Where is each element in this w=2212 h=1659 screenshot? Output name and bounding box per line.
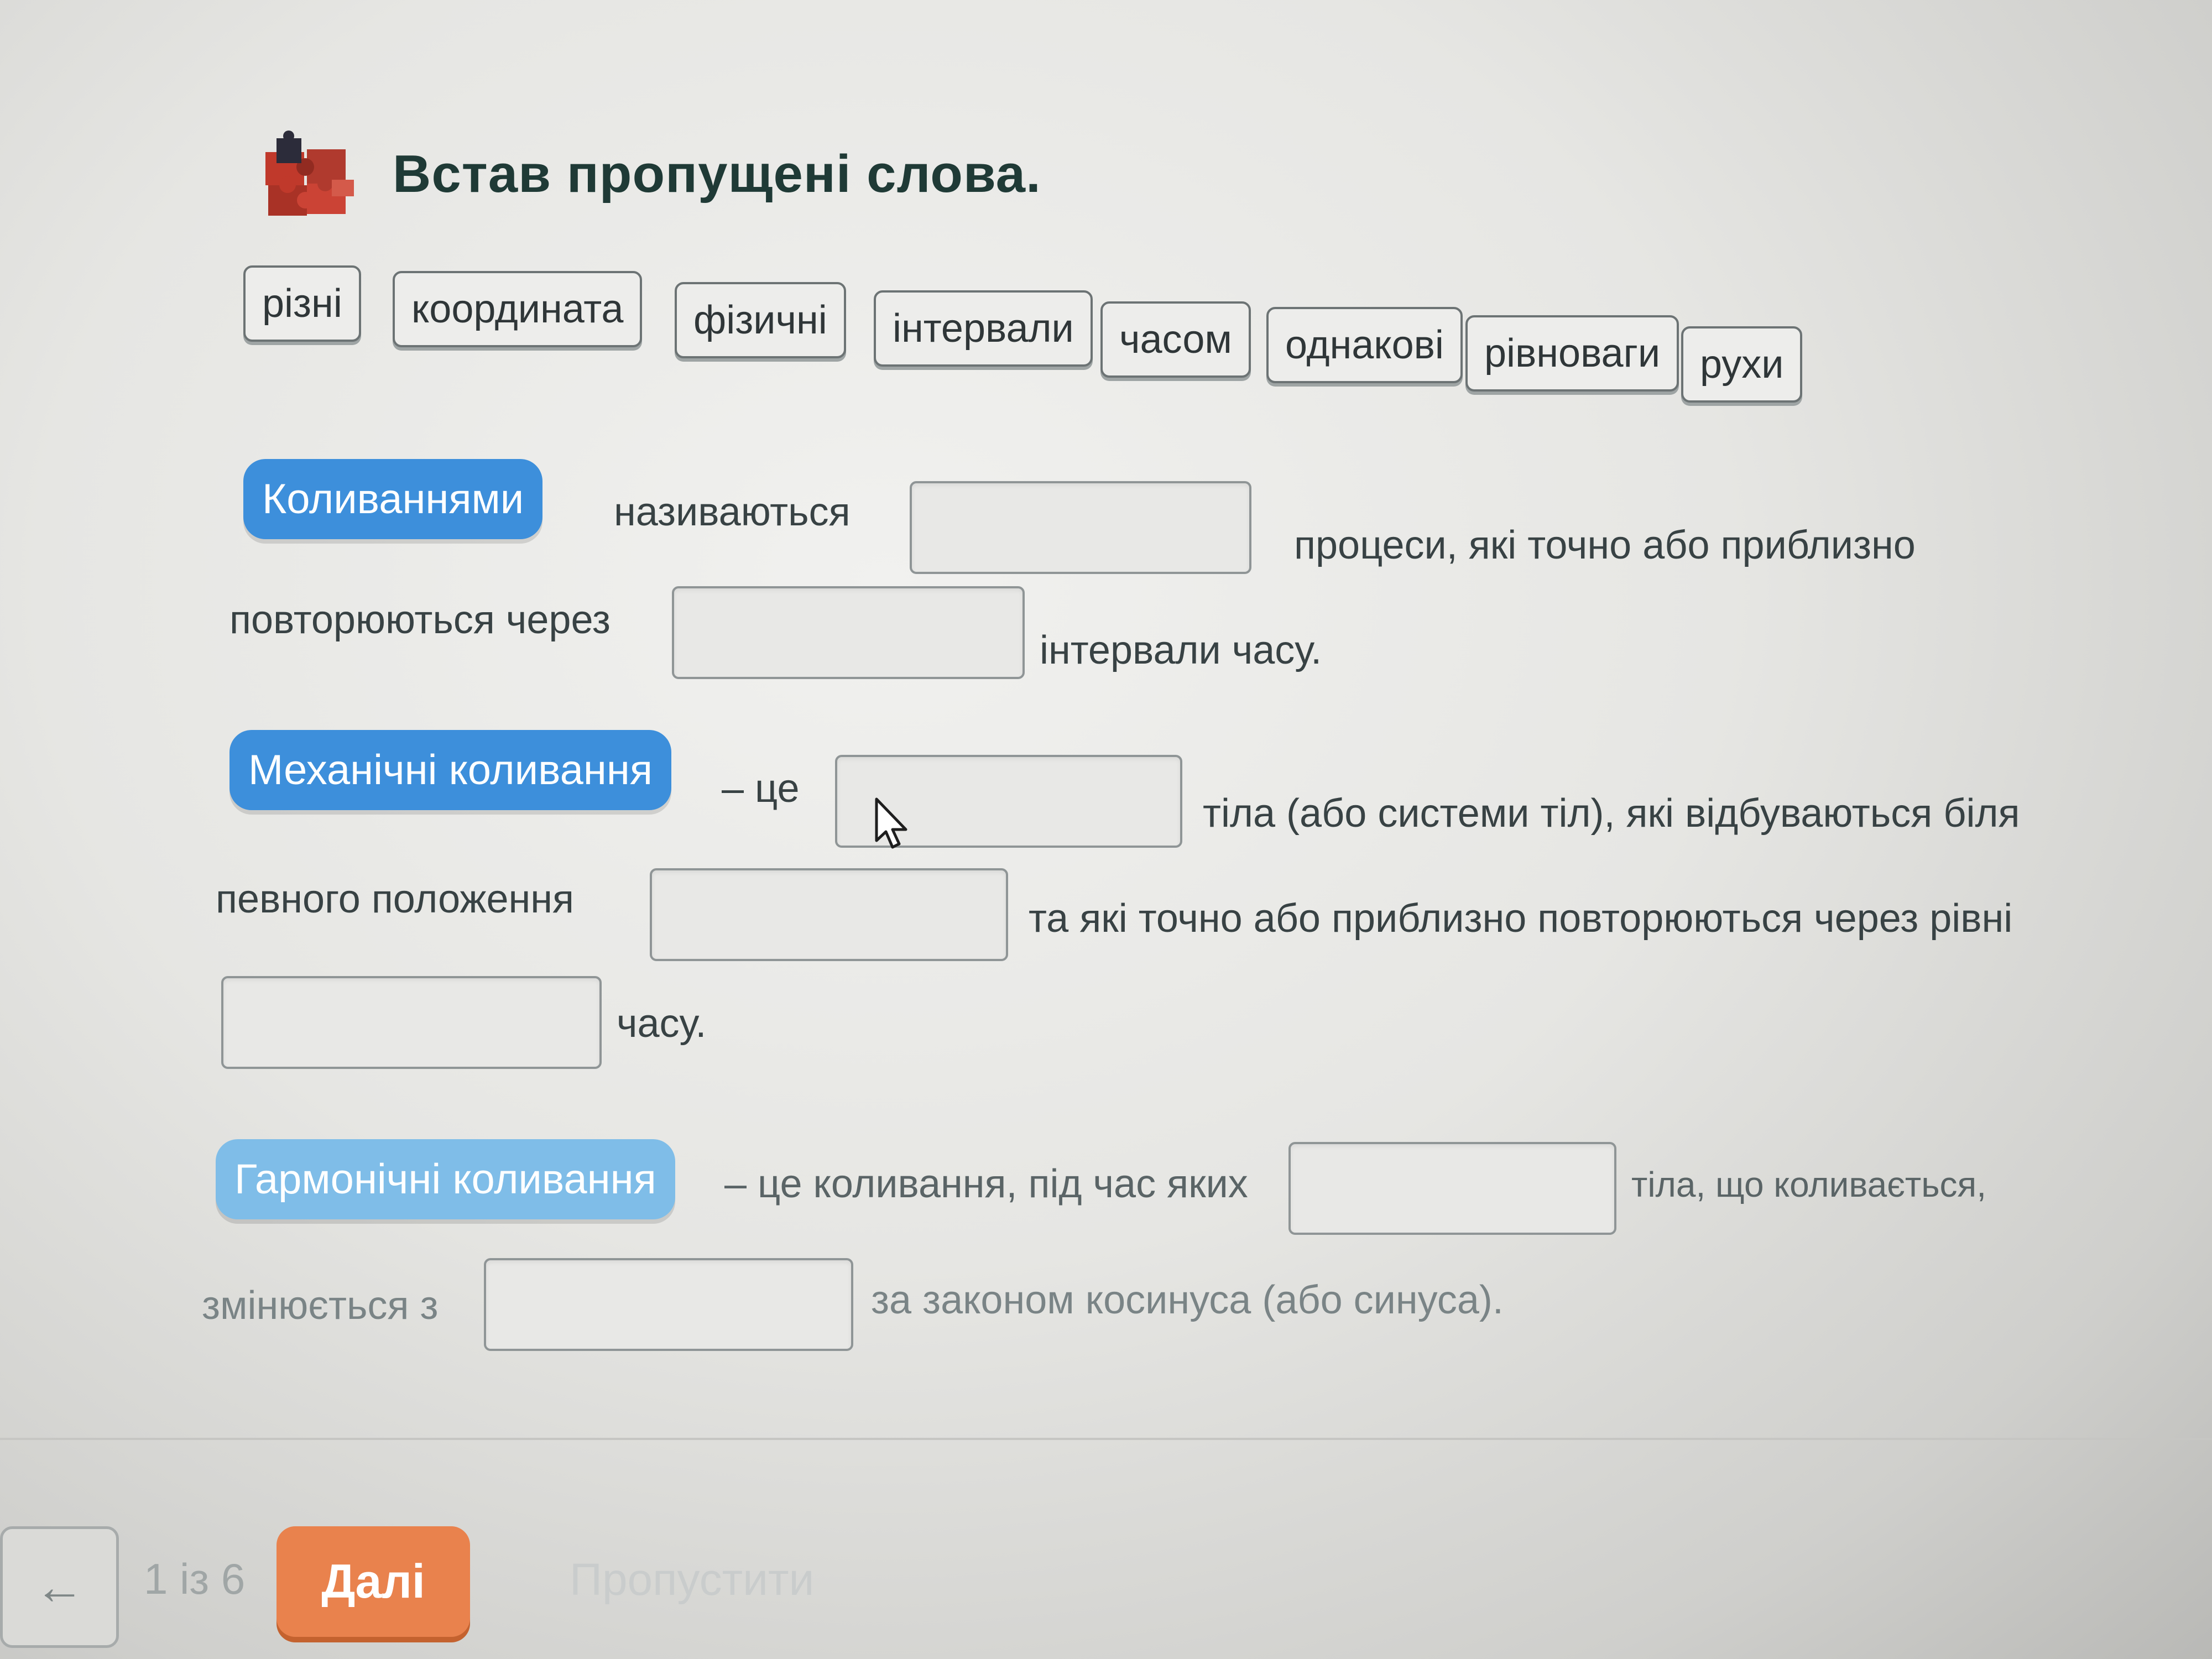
sentence-text: часу.	[617, 1001, 707, 1046]
answer-blank[interactable]	[1288, 1142, 1616, 1235]
word-chip[interactable]: координата	[393, 271, 643, 347]
exercise-header: Встав пропущені слова.	[254, 127, 1041, 221]
answer-blank[interactable]	[484, 1258, 853, 1351]
sentence-text: певного положення	[216, 877, 575, 921]
word-bank: різні координата фізичні інтервали часом…	[243, 260, 1847, 437]
term-badge-oscillations: Коливаннями	[243, 459, 543, 539]
word-chip[interactable]: рівноваги	[1465, 315, 1679, 392]
term-badge-harmonic-oscillations: Гармонічні коливання	[216, 1139, 675, 1219]
term-badge-mechanical-oscillations: Механічні коливання	[229, 730, 671, 810]
puzzle-icon	[265, 131, 354, 216]
sentence-text: – це коливання, під час яких	[724, 1162, 1248, 1206]
sentence-text: – це	[722, 766, 800, 811]
sentence-text: процеси, які точно або приблизно	[1294, 523, 1916, 567]
footer-divider	[0, 1438, 2212, 1440]
sentence-text: повторюються через	[229, 598, 611, 642]
next-button[interactable]: Далі	[276, 1526, 470, 1637]
sentence-text: за законом косинуса (або синуса).	[871, 1278, 1504, 1322]
skip-button[interactable]: Пропустити	[570, 1554, 814, 1606]
cursor-icon	[875, 797, 907, 849]
sentence-text: змінюється з	[202, 1284, 439, 1328]
sentence-text: інтервали часу.	[1040, 628, 1322, 672]
answer-blank[interactable]	[221, 976, 602, 1069]
word-chip[interactable]: фізичні	[675, 282, 846, 358]
word-chip[interactable]: часом	[1100, 301, 1251, 378]
word-chip[interactable]: однакові	[1266, 307, 1463, 383]
word-chip[interactable]: різні	[243, 265, 361, 342]
exercise-title: Встав пропущені слова.	[393, 144, 1041, 204]
sentence-text: називаються	[614, 490, 851, 534]
screen: Встав пропущені слова. різні координата …	[0, 0, 2212, 1659]
answer-blank[interactable]	[672, 586, 1025, 679]
back-button[interactable]: ←	[0, 1526, 119, 1648]
word-chip[interactable]: рухи	[1681, 326, 1803, 403]
sentence-text: тіла, що коливається,	[1631, 1165, 1986, 1204]
sentence-text: тіла (або системи тіл), які відбуваються…	[1203, 791, 2020, 836]
word-chip[interactable]: інтервали	[874, 290, 1093, 367]
question-counter: 1 із 6	[144, 1554, 246, 1603]
answer-blank[interactable]	[650, 868, 1008, 961]
answer-blank[interactable]	[910, 481, 1251, 574]
sentence-text: та які точно або приблизно повторюються …	[1029, 896, 2013, 941]
